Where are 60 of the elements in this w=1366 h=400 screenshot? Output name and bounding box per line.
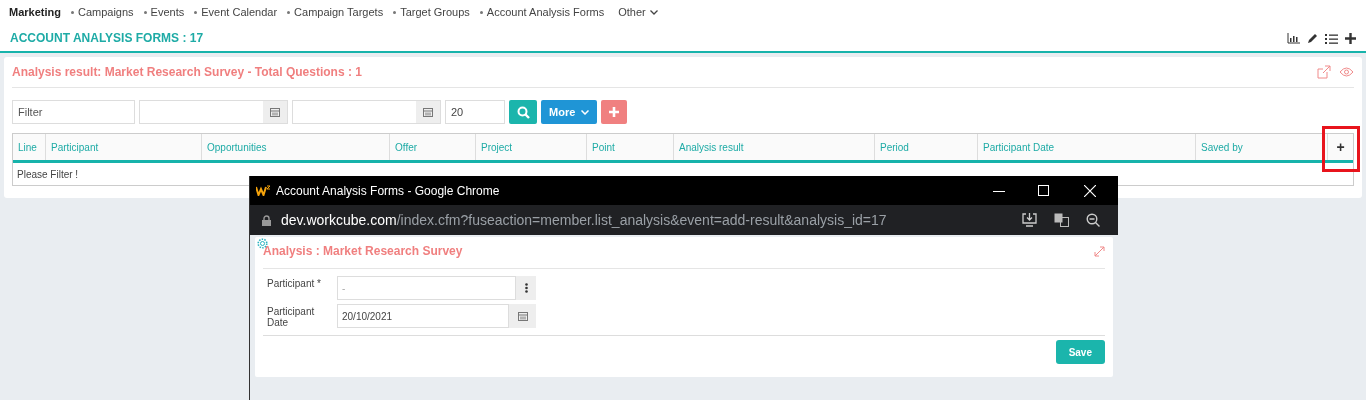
chevron-down-icon (581, 109, 590, 115)
window-title: Account Analysis Forms - Google Chrome (276, 182, 501, 200)
bullet-icon (70, 11, 74, 14)
app-logo-icon (256, 185, 271, 196)
search-button[interactable] (509, 100, 537, 124)
address-bar[interactable]: dev.workcube.com/index.cfm?fuseaction=member.list_analysis&event=add-result&analysis_id=17 (250, 205, 1118, 235)
nav-dropdown[interactable]: Other (618, 4, 658, 21)
pencil-icon[interactable] (1307, 32, 1318, 44)
bullet-icon (194, 11, 198, 14)
empty-message: Please Filter ! (16, 167, 80, 182)
nav-link[interactable]: Target Groups (400, 4, 470, 21)
url-path: /index.cfm?fuseaction=member.list_analysis&event=add-result&analysis_id=17 (396, 211, 887, 228)
list-icon[interactable] (1325, 32, 1338, 44)
field-label: Participant * (266, 277, 322, 289)
download-icon[interactable] (1022, 213, 1037, 227)
nav-link[interactable]: Campaigns (77, 4, 134, 21)
page-title: ACCOUNT ANALYSIS FORMS : 17 (10, 30, 204, 47)
plus-icon (609, 107, 620, 117)
column-header: Participant (46, 134, 202, 160)
more-vertical-icon (524, 283, 528, 293)
form-title: Analysis : Market Research Survey (263, 243, 463, 260)
calendar-icon (423, 107, 433, 117)
bullet-icon (287, 11, 291, 14)
bullet-icon (143, 11, 147, 14)
lock-icon (262, 214, 271, 226)
nav-link[interactable]: Events (150, 4, 185, 21)
column-header: Participant Date (978, 134, 1196, 160)
column-header: Opportunities (202, 134, 390, 160)
column-header: Project (476, 134, 587, 160)
chevron-down-icon (649, 10, 658, 15)
bar-chart-icon[interactable] (1287, 32, 1300, 44)
nav-link[interactable]: Marketing (9, 4, 61, 21)
field-label: Participant Date (266, 305, 316, 328)
nav-link[interactable]: Account Analysis Forms (486, 4, 605, 21)
nav-link[interactable]: Event Calendar (201, 4, 278, 21)
plus-icon[interactable] (1345, 32, 1356, 44)
add-column-button[interactable]: + (1328, 134, 1353, 160)
nav-link[interactable]: Campaign Targets (294, 4, 384, 21)
calendar-icon (517, 311, 528, 321)
calendar-icon (270, 107, 280, 117)
bullet-icon (479, 11, 483, 14)
add-button[interactable] (601, 100, 628, 124)
close-icon[interactable] (1084, 184, 1096, 197)
translate-icon[interactable] (1054, 213, 1069, 227)
zoom-out-icon[interactable] (1086, 213, 1100, 227)
bullet-icon (393, 11, 397, 14)
url-host: dev.workcube.com (281, 211, 397, 228)
column-header: Point (587, 134, 674, 160)
search-icon (516, 105, 530, 119)
column-header: Line (13, 134, 46, 160)
column-header: Analysis result (674, 134, 875, 160)
maximize-icon[interactable] (1038, 185, 1049, 196)
column-header: Offer (390, 134, 476, 160)
date-field[interactable] (139, 100, 288, 124)
page-size-field[interactable]: 20 (445, 100, 505, 124)
date-field[interactable] (292, 100, 441, 124)
card-title: Analysis result: Market Research Survey - Total Questions : 1 (12, 64, 362, 81)
column-header: Saved by (1196, 134, 1328, 160)
filter-field[interactable]: Filter (12, 100, 135, 124)
column-header: Period (875, 134, 978, 160)
